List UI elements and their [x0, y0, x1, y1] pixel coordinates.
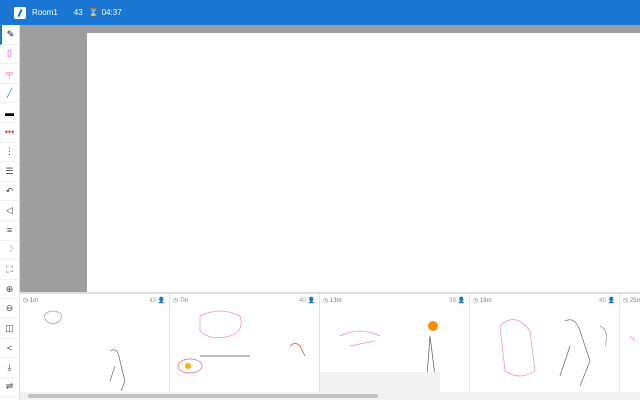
users-icon: 👤 [60, 8, 71, 17]
drawing-canvas[interactable] [87, 33, 640, 292]
download-button[interactable]: ⤓ [0, 358, 19, 378]
thumbnail-card[interactable]: ◷ 7m 40 👤 [170, 294, 320, 392]
flip-button[interactable]: ◫ [0, 319, 19, 339]
thumbnail-user-count: 39 👤 [449, 298, 465, 304]
moon-icon: ☽ [5, 244, 14, 255]
timer: 04:37 [101, 8, 122, 17]
thumbnail-card[interactable]: ◷ 25m [620, 294, 640, 392]
share-button[interactable]: < [0, 339, 19, 359]
sketch-preview [629, 335, 636, 342]
thumbnail-user-count: 43 👤 [149, 298, 165, 304]
thumbnail-user-count: 40 👤 [599, 298, 615, 304]
hourglass-icon: ⌛ [88, 8, 99, 17]
moon-button[interactable]: ☽ [0, 241, 19, 261]
more-vert-icon: ⋮ [5, 146, 14, 157]
thumbnail-card[interactable]: ◷ 1m 43 👤 [20, 294, 170, 392]
users-icon: 👤 [157, 298, 165, 304]
sketch-preview [177, 310, 306, 374]
zoom-out-button[interactable]: ⊖ [0, 299, 19, 319]
thumbnail-time: ◷ 13m [323, 298, 342, 304]
pen-icon: ✎ [6, 28, 15, 39]
thumbnail-card[interactable]: ◷ 13m 39 👤 [320, 294, 470, 392]
thumbnail-time: ◷ 25m [623, 298, 640, 304]
thumbnail-strip: ◷ 1m 43 👤 ◷ 7m 40 👤 ◷ 13m 39 👤 ◷ 19m 40 👤 ◷ 25m [20, 292, 640, 392]
eraser-button[interactable]: ▯ [0, 45, 19, 65]
app-logo-icon [14, 6, 26, 19]
settings-button[interactable]: ⇌ [0, 378, 19, 398]
flip-icon: ◫ [5, 322, 14, 333]
sketch-preview [320, 321, 440, 392]
more-vert-button[interactable]: ⋮ [0, 143, 19, 163]
zoom-out-icon: ⊖ [5, 303, 14, 314]
top-bar: Room1 👤 43 ⌛ 04:37 [0, 0, 640, 25]
sketch-preview [44, 310, 126, 392]
room-name: Room1 [32, 8, 58, 17]
image-button[interactable]: ▬ [0, 103, 19, 123]
layers-icon: ☰ [5, 165, 14, 176]
palette-button[interactable]: ••• [0, 123, 19, 143]
users-icon: 👤 [607, 298, 615, 304]
download-icon: ⤓ [7, 361, 12, 372]
layers-button[interactable]: ☰ [0, 162, 19, 182]
line-icon: ╱ [6, 87, 13, 98]
user-count: 43 [73, 8, 83, 17]
sketch-preview [499, 319, 607, 387]
thumbnail-card[interactable]: ◷ 19m 40 👤 [470, 294, 620, 392]
fit-screen-icon: ⛶ [6, 263, 13, 274]
horizontal-scrollbar[interactable] [20, 392, 640, 400]
thumbnail-time: ◷ 1m [23, 298, 39, 304]
marker-button[interactable]: ╤ [0, 64, 19, 84]
users-icon: 👤 [457, 298, 465, 304]
pen-button[interactable]: ✎ [0, 25, 19, 45]
eraser-icon: ▯ [7, 48, 12, 59]
palette-icon: ••• [4, 127, 15, 138]
users-icon: 👤 [307, 298, 315, 304]
settings-icon: ⇌ [5, 381, 14, 392]
zoom-in-icon: ⊕ [5, 283, 14, 294]
canvas-area [20, 25, 640, 292]
line-button[interactable]: ╱ [0, 84, 19, 104]
back-button[interactable]: ◁ [0, 201, 19, 221]
undo-icon: ↶ [5, 185, 14, 196]
undo-button[interactable]: ↶ [0, 182, 19, 202]
marker-icon: ╤ [6, 68, 13, 79]
menu-icon: ≡ [6, 225, 13, 236]
thumbnail-time: ◷ 19m [473, 298, 492, 304]
zoom-in-button[interactable]: ⊕ [0, 280, 19, 300]
fit-screen-button[interactable]: ⛶ [0, 260, 19, 280]
menu-button[interactable]: ≡ [0, 221, 19, 241]
thumbnail-user-count: 40 👤 [299, 298, 315, 304]
scrollbar-thumb[interactable] [28, 394, 378, 398]
thumbnail-time: ◷ 7m [173, 298, 189, 304]
share-icon: < [6, 342, 13, 353]
toolbar: ✎ ▯ ╤ ╱ ▬ ••• ⋮ ☰ ↶ ◁ ≡ ☽ ⛶ ⊕ ⊖ ◫ < ⤓ ⇌ [0, 25, 20, 400]
image-icon: ▬ [5, 107, 14, 118]
back-icon: ◁ [6, 205, 13, 216]
